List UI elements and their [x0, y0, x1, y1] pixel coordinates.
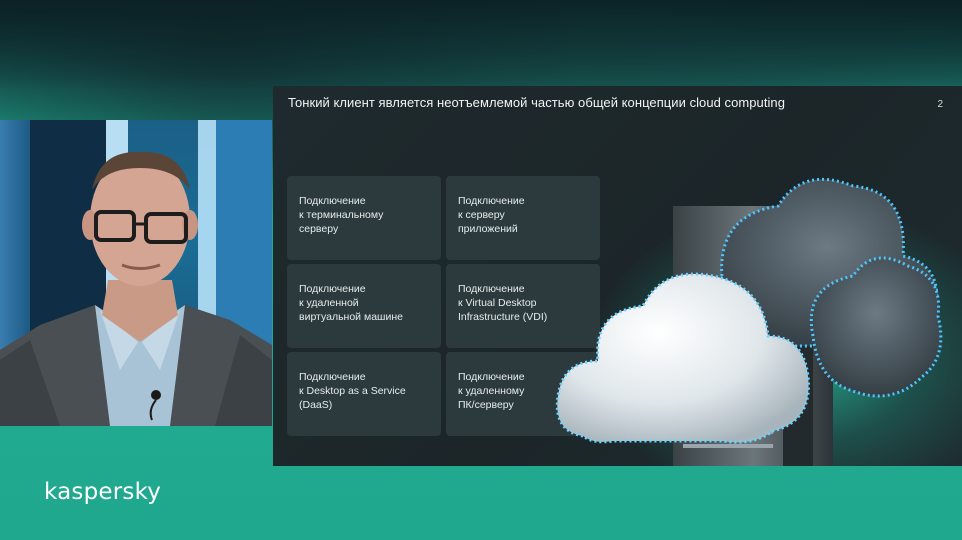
slide-title: Тонкий клиент является неотъемлемой част…: [288, 95, 785, 110]
cloud-server-icon: [555, 177, 943, 466]
speaker-video: [0, 120, 272, 426]
speaker-person: [0, 151, 272, 426]
card-remote-vm: Подключение к удаленной виртуальной маши…: [287, 264, 441, 348]
card-terminal-server: Подключение к терминальному серверу: [287, 176, 441, 260]
card-daas: Подключение к Desktop as a Service (DaaS…: [287, 352, 441, 436]
slide-page-number: 2: [937, 99, 943, 110]
kaspersky-logo: kaspersky: [44, 479, 162, 505]
background-shade: [0, 0, 962, 90]
presentation-slide: Тонкий клиент является неотъемлемой част…: [273, 86, 962, 466]
